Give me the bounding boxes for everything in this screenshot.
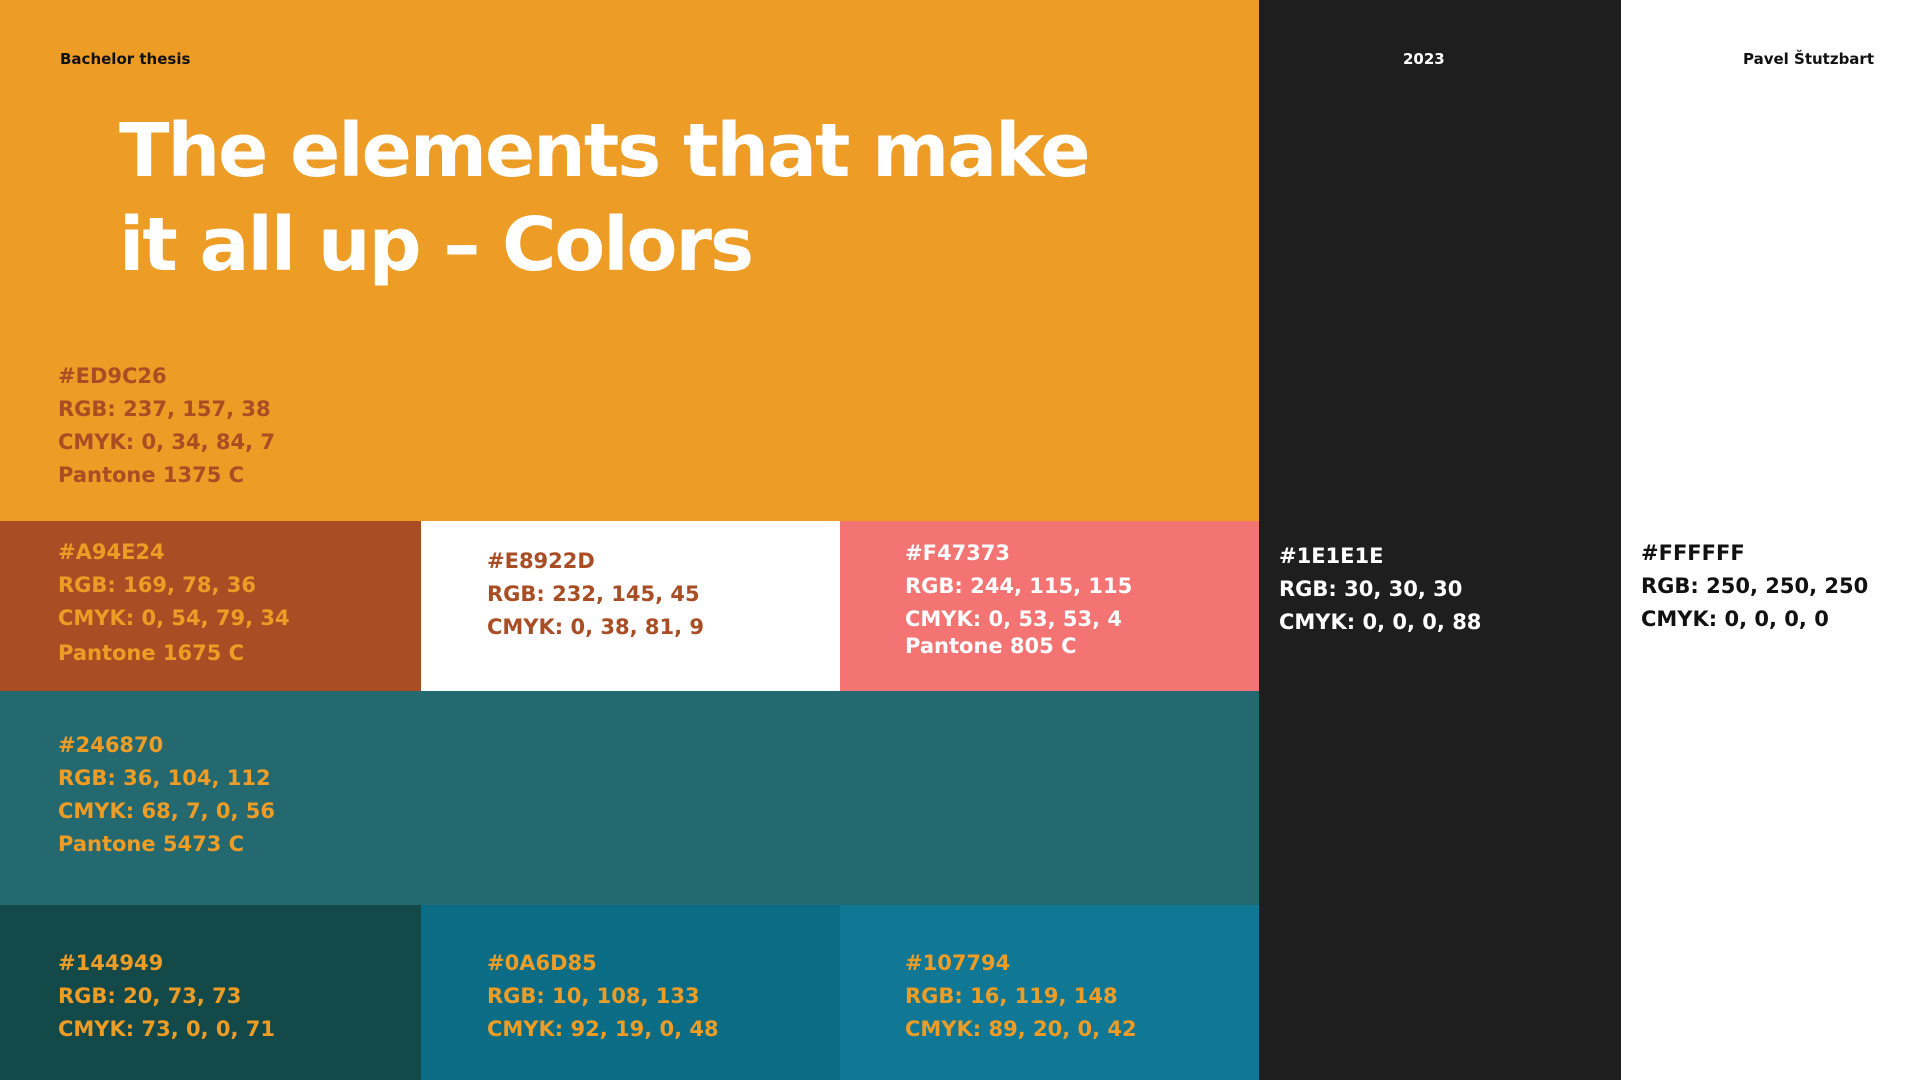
cmyk-value: CMYK: 0, 54, 79, 34	[58, 606, 290, 630]
swatch-petrol-blue-info: #0A6D85 RGB: 10, 108, 133 CMYK: 92, 19, …	[487, 947, 719, 1046]
rgb-value: RGB: 10, 108, 133	[487, 984, 700, 1008]
swatch-teal-info: #246870 RGB: 36, 104, 112 CMYK: 68, 7, 0…	[58, 729, 275, 861]
hex-value: #107794	[905, 951, 1011, 975]
swatch-white-info: #FFFFFF RGB: 250, 250, 250 CMYK: 0, 0, 0…	[1641, 537, 1868, 636]
hex-value: #ED9C26	[58, 364, 167, 388]
year-label: 2023	[1403, 50, 1445, 68]
color-palette-slide: Bachelor thesis The elements that make i…	[0, 0, 1920, 1080]
page-title: The elements that make it all up – Color…	[119, 104, 1091, 292]
swatch-light-orange-info: #E8922D RGB: 232, 145, 45 CMYK: 0, 38, 8…	[487, 545, 704, 644]
hex-value: #A94E24	[58, 540, 165, 564]
cmyk-value: CMYK: 0, 0, 0, 0	[1641, 607, 1829, 631]
swatch-petrol-blue: #0A6D85 RGB: 10, 108, 133 CMYK: 92, 19, …	[421, 905, 840, 1080]
swatch-pink: #F47373 RGB: 244, 115, 115 CMYK: 0, 53, …	[840, 521, 1259, 691]
swatch-dark-teal: #144949 RGB: 20, 73, 73 CMYK: 73, 0, 0, …	[0, 905, 421, 1080]
rgb-value: RGB: 169, 78, 36	[58, 573, 256, 597]
page-title-line-2: it all up – Colors	[119, 202, 754, 288]
cmyk-value: CMYK: 0, 0, 0, 88	[1279, 610, 1482, 634]
hex-value: #144949	[58, 951, 164, 975]
hex-value: #0A6D85	[487, 951, 597, 975]
cmyk-value: CMYK: 0, 38, 81, 9	[487, 615, 705, 639]
swatch-orange-info: #ED9C26 RGB: 237, 157, 38 CMYK: 0, 34, 8…	[58, 360, 275, 492]
swatch-ocean-blue: #107794 RGB: 16, 119, 148 CMYK: 89, 20, …	[840, 905, 1259, 1080]
cmyk-value: CMYK: 68, 7, 0, 56	[58, 799, 276, 823]
author-label: Pavel Štutzbart	[1742, 50, 1874, 68]
swatch-pink-info: #F47373 RGB: 244, 115, 115 CMYK: 0, 53, …	[905, 537, 1132, 663]
rgb-value: RGB: 244, 115, 115	[905, 574, 1133, 598]
page-title-line-1: The elements that make	[119, 108, 1091, 194]
swatch-rust-info: #A94E24 RGB: 169, 78, 36 CMYK: 0, 54, 79…	[58, 536, 290, 670]
swatch-rust: #A94E24 RGB: 169, 78, 36 CMYK: 0, 54, 79…	[0, 521, 421, 691]
rgb-value: RGB: 36, 104, 112	[58, 766, 271, 790]
hex-value: #FFFFFF	[1641, 541, 1745, 565]
cmyk-value: CMYK: 92, 19, 0, 48	[487, 1017, 719, 1041]
swatch-ocean-blue-info: #107794 RGB: 16, 119, 148 CMYK: 89, 20, …	[905, 947, 1137, 1046]
rgb-value: RGB: 250, 250, 250	[1641, 574, 1869, 598]
cmyk-value: CMYK: 73, 0, 0, 71	[58, 1017, 276, 1041]
swatch-white: Pavel Štutzbart #FFFFFF RGB: 250, 250, 2…	[1621, 0, 1920, 1080]
rgb-value: RGB: 16, 119, 148	[905, 984, 1118, 1008]
pantone-value: Pantone 1375 C	[58, 463, 245, 487]
hex-value: #1E1E1E	[1279, 544, 1384, 568]
hex-value: #F47373	[905, 541, 1010, 565]
rgb-value: RGB: 30, 30, 30	[1279, 577, 1463, 601]
rgb-value: RGB: 237, 157, 38	[58, 397, 271, 421]
swatch-black: 2023 #1E1E1E RGB: 30, 30, 30 CMYK: 0, 0,…	[1259, 0, 1621, 1080]
thesis-label: Bachelor thesis	[60, 50, 191, 68]
swatch-dark-teal-info: #144949 RGB: 20, 73, 73 CMYK: 73, 0, 0, …	[58, 947, 275, 1046]
pantone-value: Pantone 1675 C	[58, 641, 245, 665]
cmyk-value: CMYK: 89, 20, 0, 42	[905, 1017, 1137, 1041]
swatch-light-orange: #E8922D RGB: 232, 145, 45 CMYK: 0, 38, 8…	[421, 521, 840, 691]
hex-value: #E8922D	[487, 549, 595, 573]
swatch-orange: Bachelor thesis The elements that make i…	[0, 0, 1259, 521]
swatch-black-info: #1E1E1E RGB: 30, 30, 30 CMYK: 0, 0, 0, 8…	[1279, 540, 1481, 639]
hex-value: #246870	[58, 733, 164, 757]
cmyk-value: CMYK: 0, 34, 84, 7	[58, 430, 276, 454]
pantone-value: Pantone 5473 C	[58, 832, 245, 856]
rgb-value: RGB: 232, 145, 45	[487, 582, 700, 606]
rgb-value: RGB: 20, 73, 73	[58, 984, 242, 1008]
swatch-teal: #246870 RGB: 36, 104, 112 CMYK: 68, 7, 0…	[0, 691, 1259, 905]
